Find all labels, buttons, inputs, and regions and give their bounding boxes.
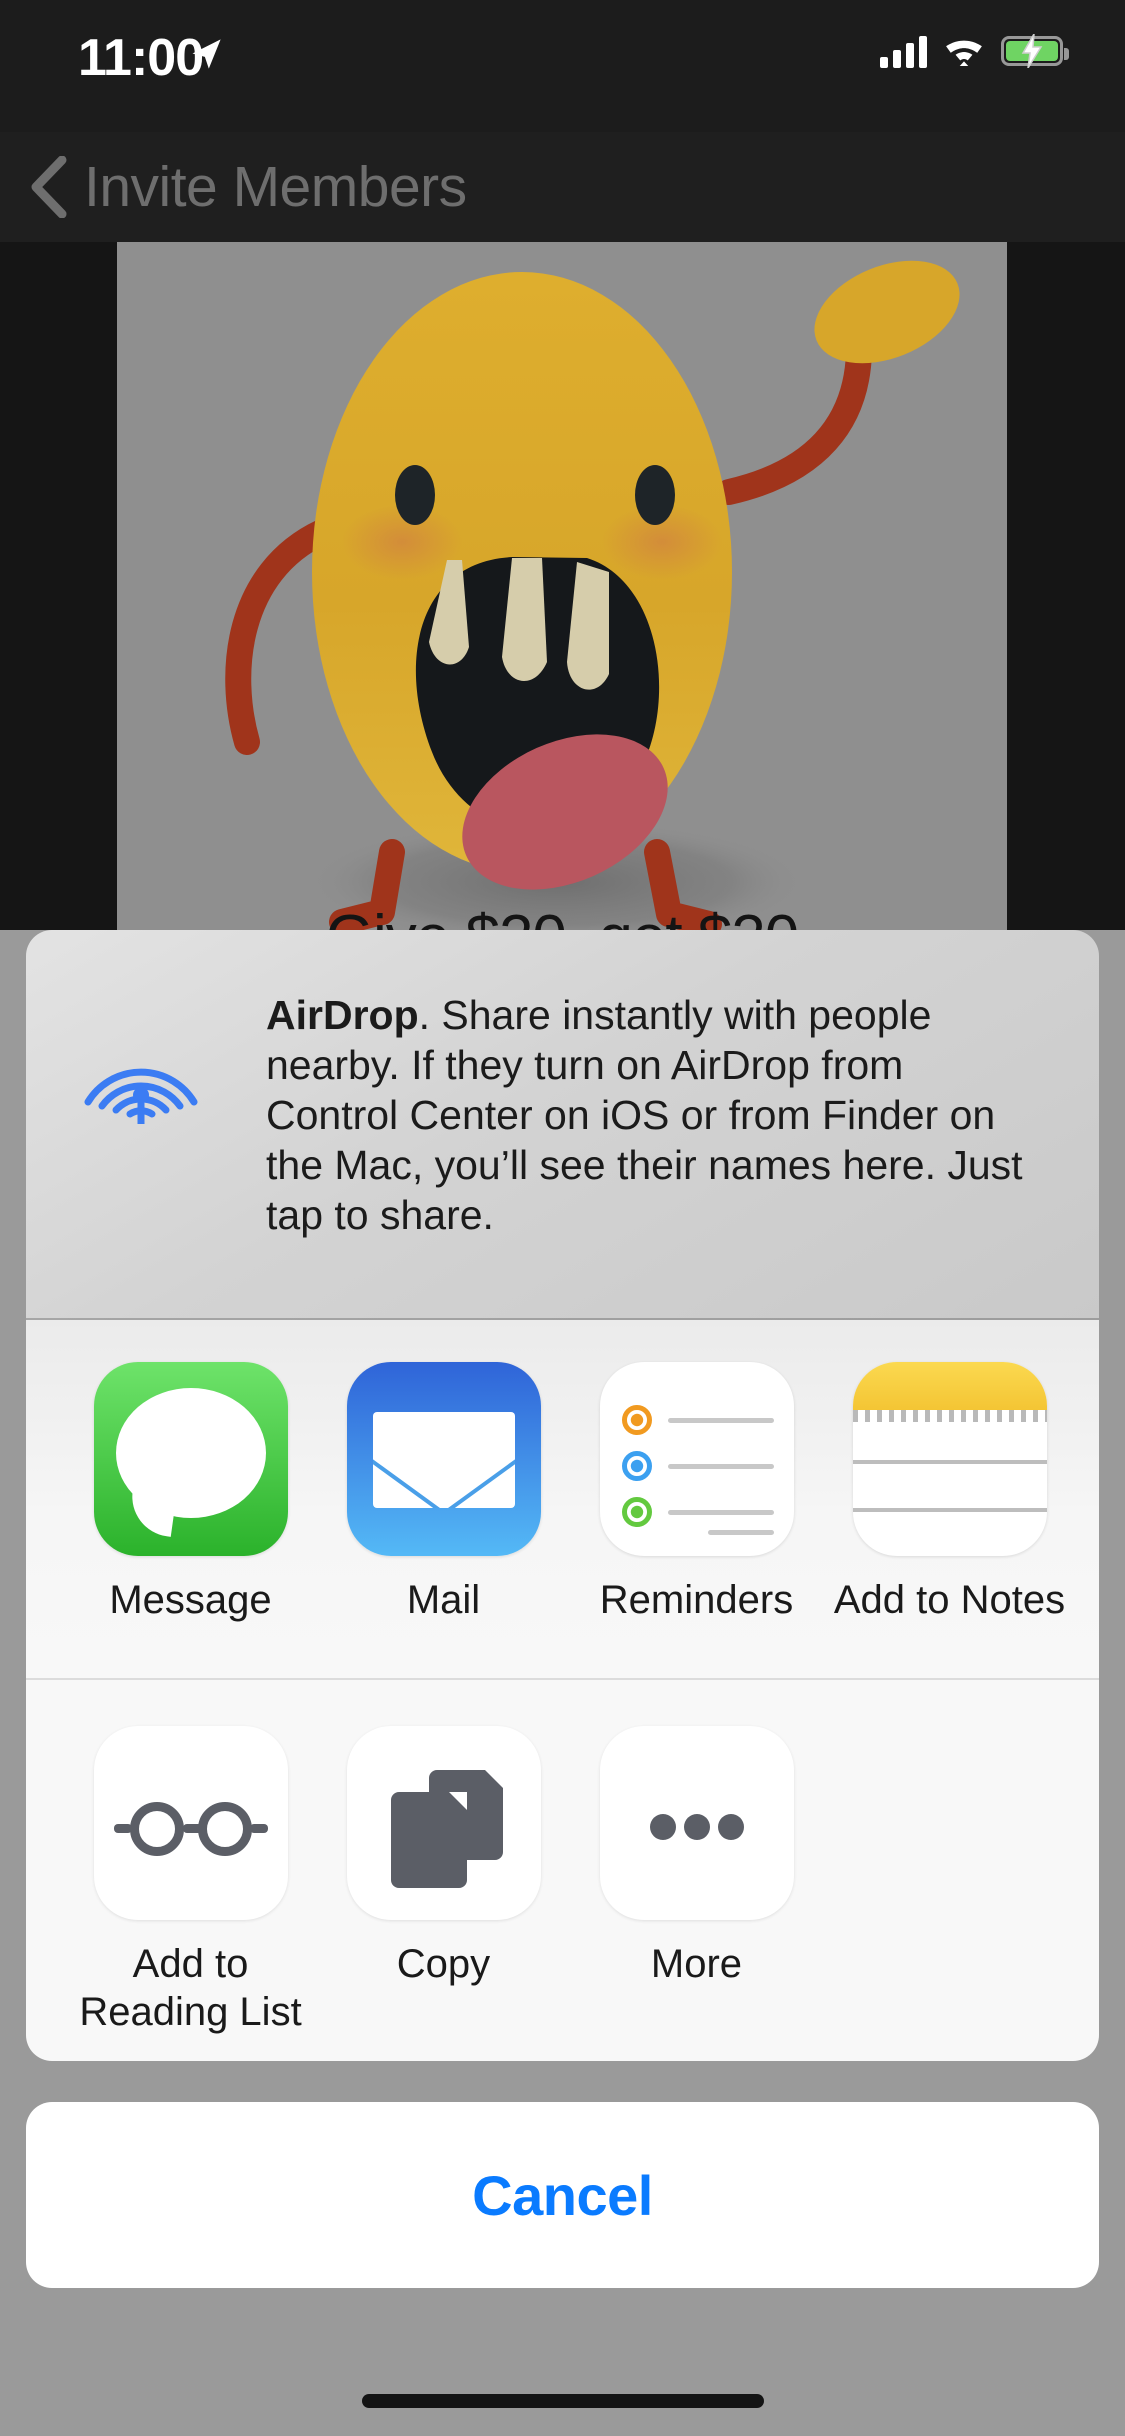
battery-charging-icon [1001,34,1069,68]
cellular-signal-icon [880,34,927,68]
home-indicator[interactable] [361,2394,764,2408]
reminders-app-icon [599,1362,794,1556]
share-apps-section: Message Mail Reminders Add to Notes [26,1320,1099,1678]
share-target-notes[interactable]: Add to Notes [823,1362,1076,1623]
share-target-message[interactable]: Message [64,1362,317,1623]
action-more[interactable]: More [570,1726,823,1988]
glasses-icon [93,1726,288,1920]
ellipsis-icon [599,1726,794,1920]
navigation-bar: Invite Members [0,132,1125,242]
airdrop-description: AirDrop. Share instantly with people nea… [266,990,1046,1240]
chevron-left-icon[interactable] [28,156,70,218]
share-actions-section: Add to Reading List Copy More [26,1678,1099,2061]
page-title: Invite Members [84,155,467,219]
cancel-button[interactable]: Cancel [26,2102,1099,2288]
airdrop-section[interactable]: AirDrop. Share instantly with people nea… [26,930,1099,1320]
mail-app-icon [346,1362,541,1556]
share-apps-row[interactable]: Message Mail Reminders Add to Notes [26,1320,1099,1623]
action-label: Add to Reading List [79,1942,302,2034]
share-actions-row[interactable]: Add to Reading List Copy More [26,1680,1099,2036]
notes-app-icon [852,1362,1047,1556]
iphone-screen: Give $20, get $20 11:00 [0,0,1125,2436]
share-target-messenger[interactable]: M [1076,1362,1099,1623]
monster-svg [225,260,960,944]
share-target-label: Message [109,1578,272,1622]
status-indicators [880,34,1069,68]
share-sheet: AirDrop. Share instantly with people nea… [0,930,1125,2436]
location-arrow-icon [192,39,221,69]
action-copy[interactable]: Copy [317,1726,570,1988]
action-label: Copy [396,1942,491,1986]
wifi-icon [946,40,982,67]
share-target-reminders[interactable]: Reminders [570,1362,823,1623]
action-add-to-reading-list[interactable]: Add to Reading List [64,1726,317,2036]
share-target-label: Add to Notes [833,1578,1066,1622]
share-target-mail[interactable]: Mail [317,1362,570,1623]
action-label: More [650,1942,743,1986]
monster-illustration [117,242,1007,1002]
airdrop-title: AirDrop [266,992,419,1038]
copy-pages-icon [346,1726,541,1920]
cancel-label: Cancel [472,2163,653,2227]
airdrop-icon [84,1068,198,1124]
status-bar: 11:00 [0,0,1125,132]
share-target-label: Mail [406,1578,481,1622]
messages-app-icon [93,1362,288,1556]
bolt-icon [1021,34,1043,68]
status-time: 11:00 [78,29,204,87]
share-target-label: Reminders [599,1578,794,1622]
